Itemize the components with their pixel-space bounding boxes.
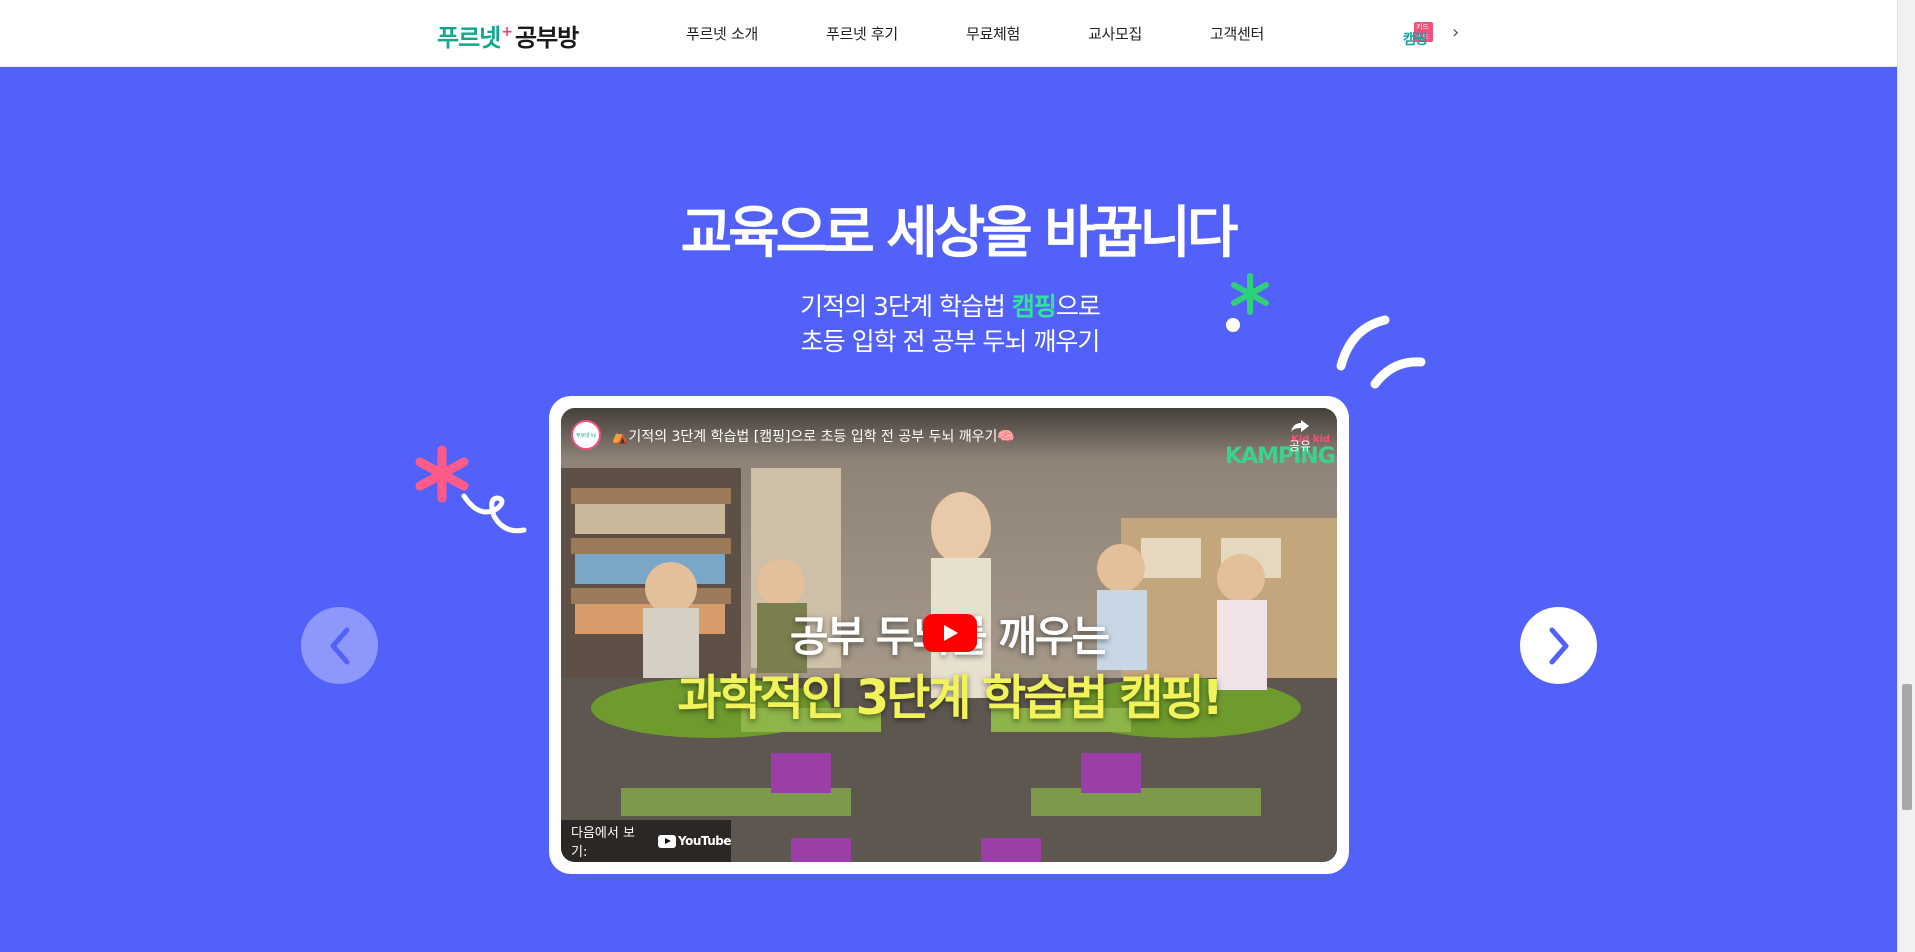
- nav-item-teacher-recruit[interactable]: 교사모집: [1088, 23, 1142, 44]
- chevron-right-icon: [1549, 627, 1568, 664]
- white-squiggle-icon: [461, 493, 527, 534]
- play-icon: [944, 625, 958, 641]
- nav-item-customer-center[interactable]: 고객센터: [1210, 23, 1264, 44]
- share-label: 공유: [1289, 439, 1312, 453]
- video-overlay-line2: 과학적인 3단계 학습법 캠핑!: [677, 670, 1223, 726]
- youtube-embed[interactable]: 푸르넷 tv ⛺기적의 3단계 학습법 [캠핑]으로 초등 입학 전 공부 두뇌…: [561, 408, 1337, 862]
- carousel-next-button[interactable]: [1520, 607, 1597, 684]
- share-icon: [1291, 420, 1310, 432]
- kamping-watermark: KAMPING: [1225, 444, 1336, 469]
- white-dot-icon: [1226, 318, 1240, 332]
- site-logo[interactable]: 푸르넷 + 공부방: [437, 18, 579, 52]
- chevron-left-icon: [330, 627, 349, 664]
- share-button[interactable]: 공유: [1289, 418, 1311, 454]
- site-header: 푸르넷 + 공부방 푸르넷 소개 푸르넷 후기 무료체험 교사모집 고객센터 키…: [0, 0, 1915, 67]
- scrollbar-thumb[interactable]: [1902, 684, 1912, 810]
- green-asterisk-icon: [1231, 273, 1269, 315]
- camping-badge-label: 캠핑: [1403, 32, 1428, 48]
- page-scrollbar[interactable]: [1897, 0, 1915, 952]
- white-arc-icon: [1336, 315, 1426, 389]
- video-title[interactable]: ⛺기적의 3단계 학습법 [캠핑]으로 초등 입학 전 공부 두뇌 깨우기🧠: [611, 426, 1015, 446]
- play-button[interactable]: [923, 614, 977, 652]
- section-headline: 교육으로 세상을 바꿉니다: [680, 201, 1239, 266]
- chevron-right-icon[interactable]: ›: [1452, 22, 1459, 43]
- camping-badge-link[interactable]: 키드키드 캠핑: [1403, 22, 1433, 48]
- youtube-logo: YouTube: [657, 834, 732, 848]
- logo-text-brand: 푸르넷: [437, 24, 501, 52]
- channel-avatar[interactable]: 푸르넷 tv: [571, 420, 601, 450]
- nav-item-reviews[interactable]: 푸르넷 후기: [826, 23, 898, 44]
- youtube-play-icon: [657, 834, 676, 848]
- main-nav: 푸르넷 소개 푸르넷 후기 무료체험 교사모집 고객센터: [686, 23, 1264, 44]
- subtitle-text: 기적의 3단계 학습법: [800, 292, 1012, 321]
- subtitle-text-tail: 으로: [1055, 292, 1101, 321]
- subtitle-accent: 캠핑: [1011, 292, 1057, 321]
- nav-item-free-trial[interactable]: 무료체험: [966, 23, 1020, 44]
- youtube-logo-text: YouTube: [677, 834, 732, 848]
- watch-on-youtube-button[interactable]: 다음에서 보기: YouTube: [561, 820, 732, 862]
- carousel-prev-button[interactable]: [301, 607, 378, 684]
- section-subtitle-line1: 기적의 3단계 학습법 캠핑으로: [0, 287, 1900, 323]
- video-card: 푸르넷 tv ⛺기적의 3단계 학습법 [캠핑]으로 초등 입학 전 공부 두뇌…: [549, 396, 1349, 874]
- logo-text-suffix: 공부방: [514, 24, 579, 52]
- nav-item-about[interactable]: 푸르넷 소개: [686, 23, 758, 44]
- logo-plus-mark: +: [501, 24, 513, 40]
- section-subtitle-line2: 초등 입학 전 공부 두뇌 깨우기: [800, 327, 1101, 356]
- watch-on-label: 다음에서 보기:: [571, 826, 635, 860]
